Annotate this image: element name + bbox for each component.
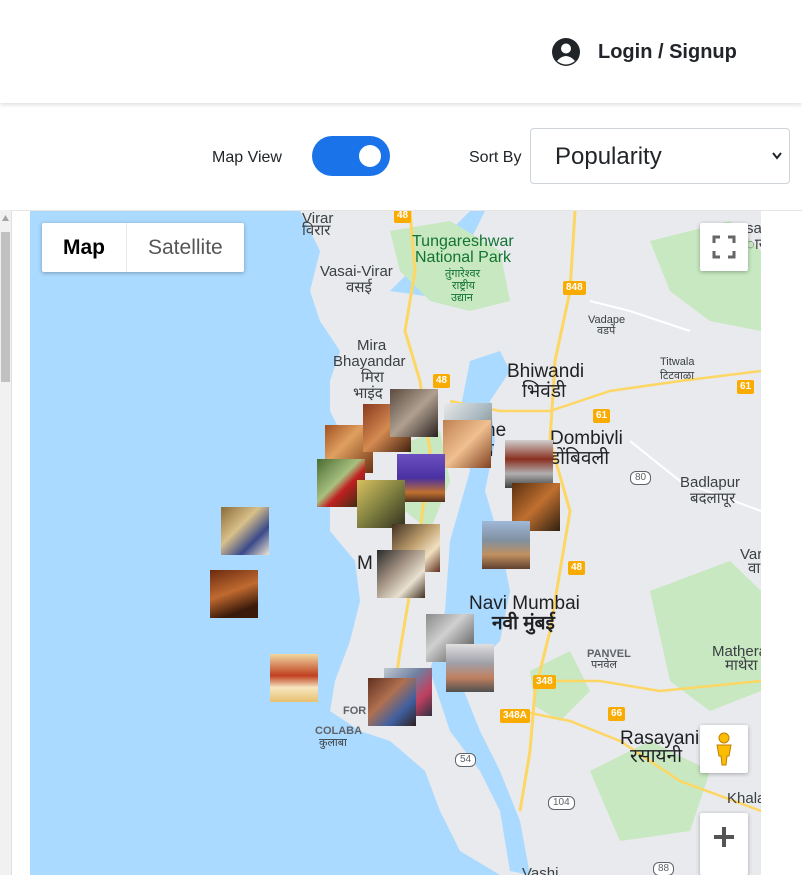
map-label-bhayandar-mr: भाइंद bbox=[353, 385, 383, 402]
hotel-marker[interactable] bbox=[368, 678, 416, 726]
plus-icon bbox=[714, 827, 734, 847]
map-label-vashi: Vashi bbox=[522, 865, 559, 875]
hotel-marker[interactable] bbox=[377, 550, 425, 598]
highway-shield: 48 bbox=[394, 211, 412, 223]
highway-shield: 61 bbox=[593, 409, 611, 423]
map-label-fort: FOR bbox=[343, 705, 367, 717]
scroll-up-arrow-icon[interactable] bbox=[2, 215, 9, 221]
map-type-map-button[interactable]: Map bbox=[42, 223, 127, 272]
fullscreen-button[interactable] bbox=[700, 223, 748, 271]
map-label-colaba-mr: कुलाबा bbox=[319, 737, 347, 749]
sort-by-label: Sort By bbox=[469, 149, 522, 166]
map-label-tungareshwar: Tungareshwar bbox=[412, 233, 514, 250]
map-view-label: Map View bbox=[212, 149, 282, 166]
map-label-navi-mumbai: Navi Mumbai bbox=[469, 593, 580, 614]
highway-shield: 48 bbox=[433, 374, 451, 388]
map-label-mira: Mira bbox=[357, 337, 387, 354]
map-label-sa-mr: ास bbox=[746, 236, 761, 253]
map-label-vasai: Vasai-Virar bbox=[320, 263, 393, 280]
toggle-knob bbox=[359, 145, 381, 167]
hotel-marker[interactable] bbox=[210, 570, 258, 618]
highway-shield: 348A bbox=[500, 709, 530, 723]
map-label-bhayandar: Bhayandar bbox=[333, 353, 406, 370]
highway-shield: 848 bbox=[563, 281, 586, 295]
map-label-vasai-mr: वसई bbox=[346, 279, 372, 296]
top-header: Login / Signup bbox=[0, 0, 802, 103]
user-circle-icon bbox=[552, 38, 580, 66]
hotel-marker[interactable] bbox=[505, 440, 553, 488]
highway-shield: 61 bbox=[737, 380, 755, 394]
map-label-matheran-mr: माथेरा bbox=[725, 657, 758, 674]
hotel-marker[interactable] bbox=[270, 654, 318, 702]
sort-by-select[interactable]: Popularity bbox=[530, 128, 790, 184]
login-signup-button[interactable]: Login / Signup bbox=[551, 36, 737, 68]
highway-shield: 48 bbox=[568, 561, 586, 575]
map-label-sa: sa bbox=[746, 220, 761, 237]
map-label-titwala: Titwala bbox=[660, 356, 695, 368]
street-view-pegman-button[interactable] bbox=[700, 725, 748, 773]
map-type-control: Map Satellite bbox=[42, 223, 244, 272]
national-highway-shield: 88 bbox=[653, 862, 675, 875]
fullscreen-icon bbox=[712, 235, 736, 259]
login-signup-label: Login / Signup bbox=[598, 40, 737, 63]
map-label-bhiwandi-mr: भिवंडी bbox=[522, 381, 566, 402]
map-label-dombivli-mr: डोंबिवली bbox=[550, 448, 610, 469]
map-label-virar-mr: विरार bbox=[302, 222, 331, 239]
map-label-bhiwandi: Bhiwandi bbox=[507, 361, 585, 382]
map-label-dombivli: Dombivli bbox=[550, 428, 623, 449]
hotel-marker[interactable] bbox=[482, 521, 530, 569]
highway-shield: 66 bbox=[608, 707, 626, 721]
hotel-marker[interactable] bbox=[221, 507, 269, 555]
national-highway-shield: 80 bbox=[630, 471, 652, 485]
map-label-titwala-mr: टिटवाळा bbox=[660, 370, 695, 382]
hotel-marker[interactable] bbox=[357, 480, 405, 528]
national-highway-shield: 104 bbox=[548, 796, 575, 810]
map-view-toggle[interactable] bbox=[312, 136, 390, 176]
hotel-marker[interactable] bbox=[443, 420, 491, 468]
map-label-vadape-mr: वडपे bbox=[597, 325, 616, 337]
sort-by-value: Popularity bbox=[555, 143, 662, 170]
map-label-national-park: National Park bbox=[415, 249, 512, 266]
map-controls-bar: Map View Sort By Popularity bbox=[0, 125, 802, 187]
chevron-down-icon bbox=[772, 152, 782, 160]
hotel-marker[interactable] bbox=[390, 389, 438, 437]
zoom-in-button[interactable] bbox=[700, 813, 748, 875]
map-label-panvel-mr: पनवेल bbox=[591, 659, 617, 671]
hotel-map[interactable]: Virar विरार 48 Tungareshwar National Par… bbox=[30, 211, 761, 875]
scrollbar-thumb[interactable] bbox=[1, 232, 10, 382]
national-highway-shield: 54 bbox=[455, 753, 477, 767]
map-label-badlapur-mr: बदलापूर bbox=[690, 490, 736, 507]
highway-shield: 348 bbox=[533, 675, 556, 689]
map-label-badlapur: Badlapur bbox=[680, 474, 741, 491]
map-label-tung-mr3: उद्यान bbox=[451, 292, 473, 304]
hotel-marker[interactable] bbox=[446, 644, 494, 692]
map-label-navi-mumbai-mr: नवी मुंबई bbox=[492, 613, 555, 634]
map-label-var-mr: वा bbox=[748, 560, 761, 577]
map-label-rasayani-mr: रसायनी bbox=[630, 746, 683, 767]
map-label-mumbai: M bbox=[357, 553, 373, 574]
map-label-rasayani: Rasayani bbox=[620, 728, 700, 749]
map-type-satellite-button[interactable]: Satellite bbox=[127, 223, 244, 272]
map-label-khala: Khala bbox=[727, 790, 761, 807]
map-label-mira-mr: मिरा bbox=[361, 369, 384, 386]
pegman-icon bbox=[716, 732, 732, 766]
list-scrollbar[interactable] bbox=[0, 210, 12, 875]
